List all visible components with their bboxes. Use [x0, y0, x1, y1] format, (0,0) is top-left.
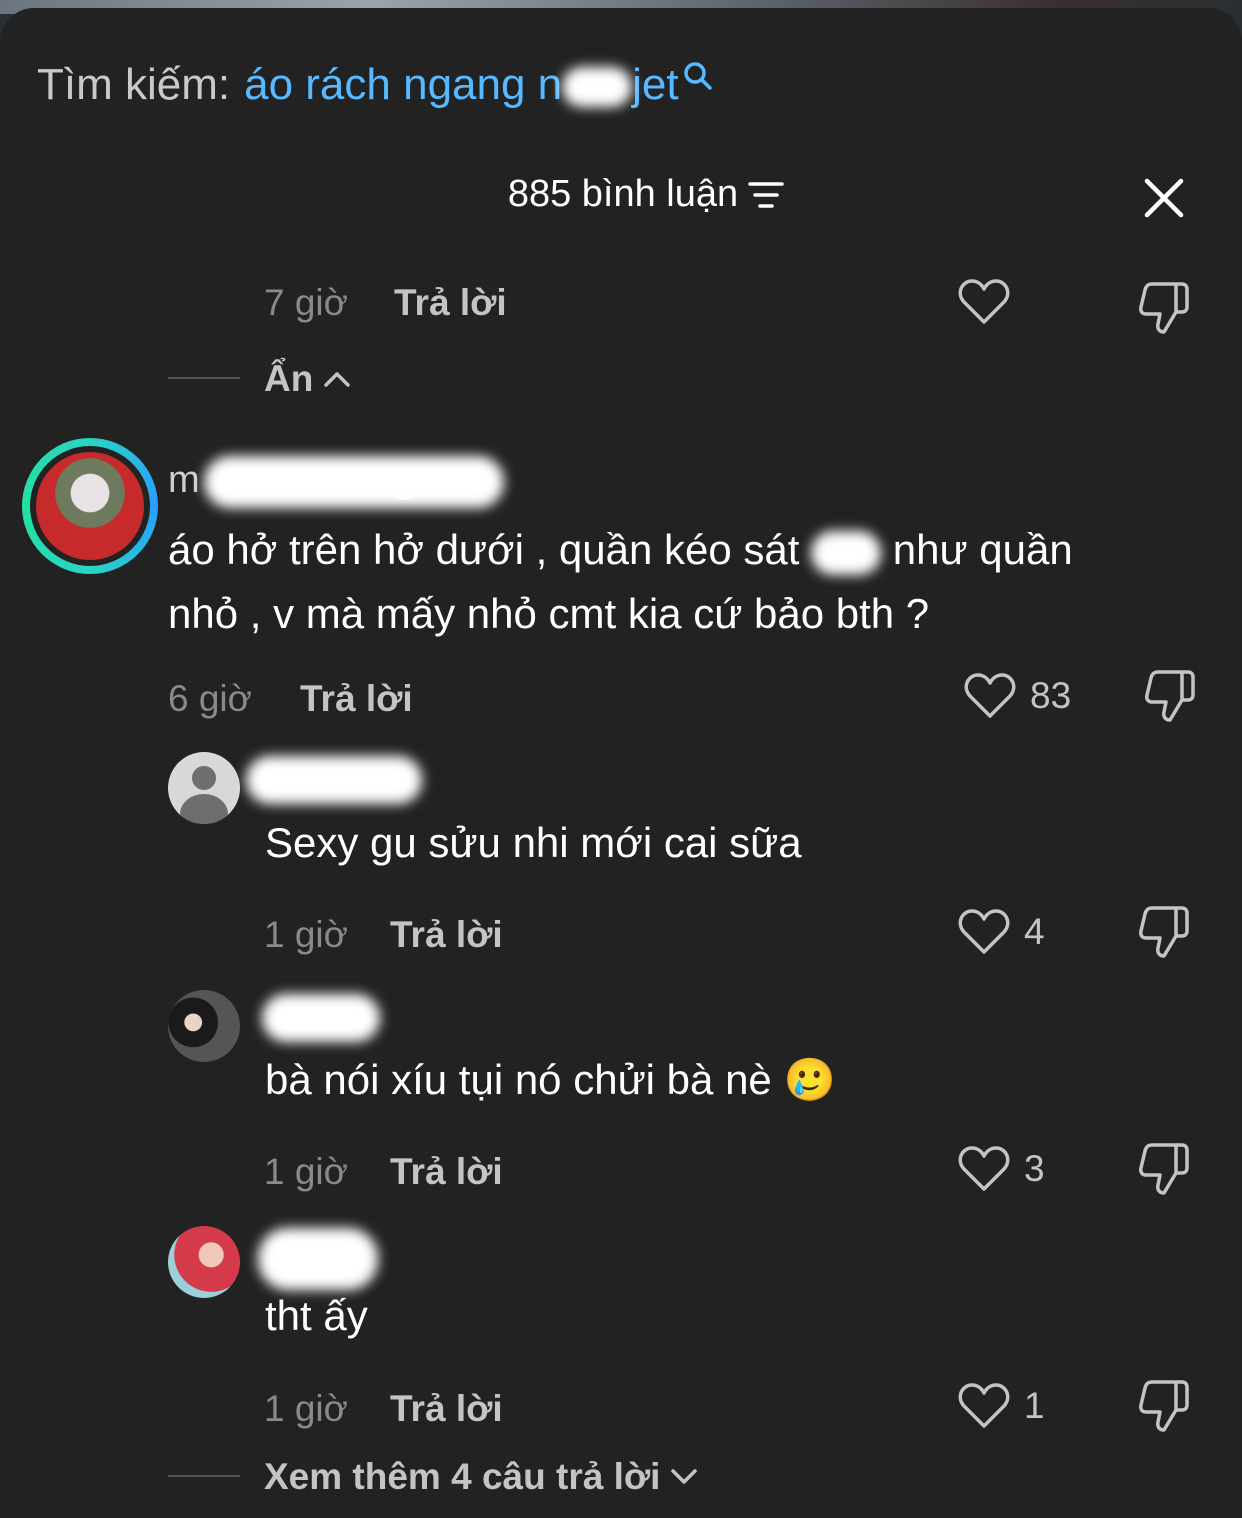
timestamp: 1 giờ [264, 1388, 348, 1429]
timestamp: 7 giờ [264, 282, 348, 323]
reply-button[interactable]: Trả lời [300, 678, 413, 720]
search-suggestion[interactable]: Tìm kiếm: áo rách ngang n jet [37, 60, 713, 110]
comment-username[interactable]: mgam [168, 448, 504, 512]
like-count: 3 [1024, 1148, 1045, 1189]
reply-meta-row: 7 giờ Trả lời [264, 282, 507, 324]
reply-button[interactable]: Trả lời [390, 914, 503, 956]
like-button[interactable]: 1 [958, 1382, 1045, 1430]
comment-text: Sexy gu sửu nhi mới cai sữa [265, 819, 802, 866]
close-icon[interactable] [1144, 178, 1184, 218]
reply-meta-row: 1 giờ Trả lời [264, 914, 503, 956]
comment-text: bà nói xíu tụi nó chửi bà nè 🥲 [265, 1056, 836, 1103]
thumbs-down-icon[interactable] [1138, 1141, 1190, 1197]
redaction-blur [262, 994, 380, 1042]
avatar[interactable] [168, 1226, 240, 1298]
thumbs-down-icon[interactable] [1138, 1378, 1190, 1434]
reply-button[interactable]: Trả lời [390, 1388, 503, 1430]
redaction-blur [811, 530, 882, 575]
thumbs-down-icon[interactable] [1138, 904, 1190, 960]
search-query[interactable]: áo rách ngang n jet [244, 60, 679, 110]
heart-icon [958, 1383, 1010, 1428]
comment-count: 885 bình luận [507, 173, 739, 215]
like-button[interactable]: 4 [958, 908, 1045, 956]
like-count: 83 [1030, 675, 1072, 716]
redaction-blur [246, 756, 422, 804]
like-count: 4 [1024, 911, 1045, 952]
avatar[interactable] [168, 990, 240, 1062]
crying-smile-emoji: 🥲 [783, 1056, 836, 1103]
chevron-up-icon [324, 372, 351, 387]
timestamp: 1 giờ [264, 1151, 348, 1192]
timestamp: 6 giờ [168, 678, 252, 719]
thumbs-down-icon[interactable] [1138, 280, 1190, 336]
divider-line [168, 1475, 240, 1477]
heart-icon [958, 1146, 1010, 1191]
view-more-label: Xem thêm 4 câu trả lời [264, 1456, 661, 1497]
heart-icon[interactable] [958, 278, 1010, 326]
comment-text: áo hở trên hở dưới , quần kéo sát như qu… [168, 526, 1073, 637]
filter-icon[interactable] [748, 180, 784, 210]
hide-replies-toggle[interactable]: Ẩn [264, 358, 351, 400]
avatar[interactable] [22, 438, 158, 574]
like-button[interactable]: 3 [958, 1145, 1045, 1193]
divider-line [168, 377, 240, 379]
comments-header: 885 bình luận [0, 173, 1242, 216]
avatar[interactable] [168, 752, 240, 824]
chevron-down-icon [671, 1469, 698, 1484]
search-label: Tìm kiếm: [37, 60, 231, 109]
comment-text: tht ấy [265, 1292, 368, 1339]
thumbs-down-icon[interactable] [1144, 668, 1196, 724]
view-more-replies-button[interactable]: Xem thêm 4 câu trả lời [264, 1456, 698, 1498]
heart-icon [958, 909, 1010, 954]
redaction-blur [562, 67, 633, 108]
like-count: 1 [1024, 1385, 1045, 1426]
reply-button[interactable]: Trả lời [390, 1151, 503, 1193]
search-icon [683, 62, 712, 90]
timestamp: 1 giờ [264, 914, 348, 955]
comments-sheet: Tìm kiếm: áo rách ngang n jet 885 bình lu… [0, 8, 1242, 1518]
redaction-blur [203, 455, 504, 508]
reply-meta-row: 1 giờ Trả lời [264, 1388, 503, 1430]
redaction-blur [258, 1228, 378, 1290]
comment-meta-row: 6 giờ Trả lời [168, 678, 413, 720]
reply-meta-row: 1 giờ Trả lời [264, 1151, 503, 1193]
heart-icon [964, 673, 1016, 718]
like-button[interactable]: 83 [964, 672, 1071, 720]
hide-label: Ẩn [264, 358, 314, 399]
reply-button[interactable]: Trả lời [394, 282, 507, 324]
